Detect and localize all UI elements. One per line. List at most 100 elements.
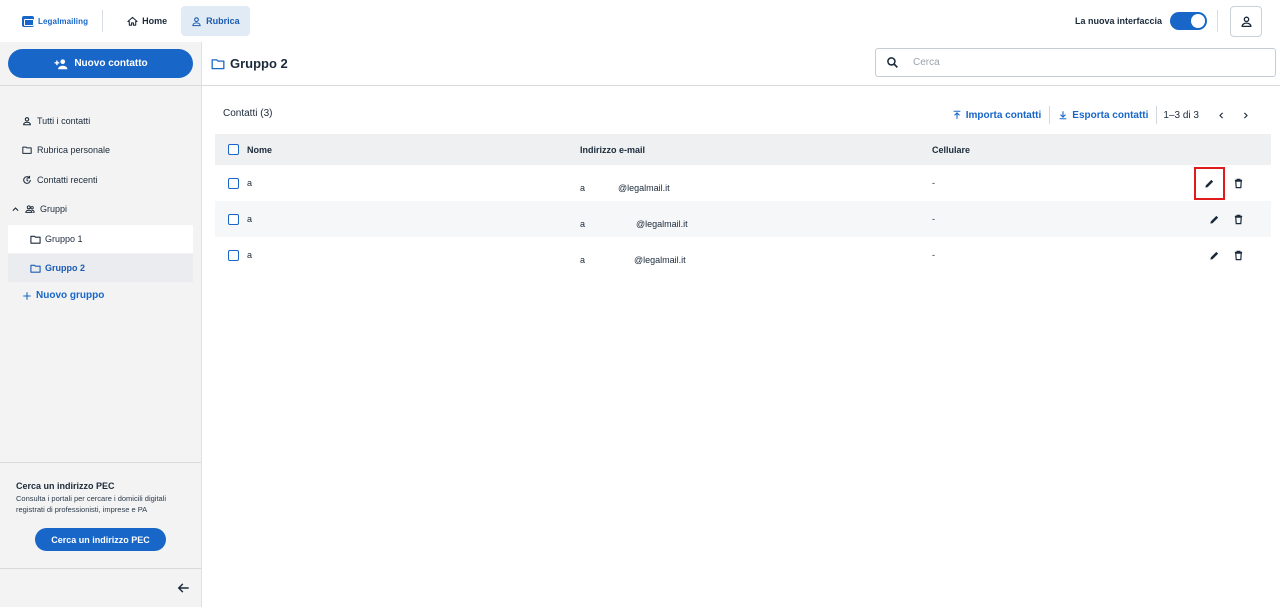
history-icon: [23, 175, 31, 184]
folder-icon: [22, 146, 32, 154]
folder-icon: [211, 58, 225, 69]
trash-icon: [1234, 178, 1242, 188]
person-icon: [23, 117, 31, 126]
row-checkbox[interactable]: [228, 249, 239, 261]
nav-rubrica-button[interactable]: Rubrica: [181, 6, 250, 36]
contacts-table: Nome Indirizzo e-mail Cellulare a a @leg…: [215, 134, 1271, 273]
page-title-text: Gruppo 2: [230, 56, 288, 71]
arrow-left-icon[interactable]: [177, 581, 191, 595]
new-contact-label: Nuovo contatto: [74, 58, 148, 69]
sidebar: Nuovo contatto Tutti i contatti Rubrica …: [0, 42, 202, 607]
cell-name: a: [247, 214, 253, 224]
email-domain: @legalmail.it: [634, 255, 686, 265]
sidebar-item-label: Gruppi: [40, 204, 68, 214]
pec-search-panel: Cerca un indirizzo PEC Consulta i portal…: [0, 462, 201, 568]
home-icon: [127, 16, 138, 26]
add-person-icon: [54, 58, 68, 69]
user-icon: [1241, 16, 1251, 27]
edit-contact-button[interactable]: [1205, 210, 1223, 228]
delete-contact-button[interactable]: [1229, 210, 1247, 228]
next-page-button[interactable]: [1239, 109, 1251, 121]
pencil-icon: [1209, 251, 1218, 260]
chevron-left-icon: [1218, 111, 1223, 119]
new-group-button[interactable]: Nuovo gruppo: [22, 290, 104, 301]
sidebar-item-recent-contacts[interactable]: Contatti recenti: [22, 170, 98, 190]
sidebar-group-1[interactable]: Gruppo 1: [8, 225, 193, 253]
delete-contact-button[interactable]: [1229, 246, 1247, 264]
cell-name: a: [247, 178, 253, 188]
search-input[interactable]: [913, 57, 1253, 68]
sidebar-item-label: Contatti recenti: [37, 175, 98, 185]
brand-name: Legalmailing: [38, 16, 89, 26]
column-header-email: Indirizzo e-mail: [580, 144, 646, 155]
cell-cellulare: -: [932, 214, 935, 224]
new-group-label: Nuovo gruppo: [36, 290, 105, 301]
sidebar-item-all-contacts[interactable]: Tutti i contatti: [22, 111, 90, 131]
contacts-count: Contatti (3): [223, 108, 273, 119]
row-checkbox[interactable]: [228, 177, 239, 189]
pencil-icon: [1209, 215, 1218, 224]
legalmail-logo-icon: [22, 15, 34, 27]
delete-contact-button[interactable]: [1229, 174, 1247, 192]
column-header-name: Nome: [247, 144, 273, 155]
divider: [0, 85, 202, 86]
pec-description: Consulta i portali per cercare i domicil…: [16, 494, 167, 514]
sidebar-group-2[interactable]: Gruppo 2: [8, 254, 193, 282]
import-contacts-label: Importa contatti: [965, 109, 1042, 121]
nav-home-button[interactable]: Home: [117, 6, 177, 36]
email-domain: @legalmail.it: [618, 183, 670, 193]
prev-page-button[interactable]: [1215, 109, 1227, 121]
chevron-up-icon: [12, 206, 19, 211]
sidebar-group-label: Gruppo 2: [45, 263, 85, 273]
table-row[interactable]: a a @legalmail.it -: [215, 201, 1271, 237]
table-header: Nome Indirizzo e-mail Cellulare: [215, 134, 1271, 165]
table-row[interactable]: a a @legalmail.it -: [215, 237, 1271, 273]
divider: [102, 10, 104, 32]
page-title: Gruppo 2: [211, 56, 288, 71]
export-contacts-label: Esporta contatti: [1072, 109, 1149, 121]
pec-title: Cerca un indirizzo PEC: [16, 481, 115, 491]
search-icon: [887, 57, 898, 68]
user-menu-button[interactable]: [1230, 5, 1262, 37]
select-all-checkbox[interactable]: [228, 144, 239, 155]
pagination-info: 1–3 di 3: [1163, 109, 1199, 121]
edit-contact-button[interactable]: [1194, 166, 1225, 200]
divider: [1049, 106, 1051, 124]
import-contacts-button[interactable]: Importa contatti: [946, 110, 1048, 121]
email-prefix: a: [580, 183, 586, 193]
new-contact-button[interactable]: Nuovo contatto: [8, 49, 193, 78]
export-contacts-button[interactable]: Esporta contatti: [1052, 110, 1154, 121]
upload-icon: [953, 110, 961, 119]
search-box[interactable]: [875, 48, 1276, 77]
pencil-icon: [1205, 179, 1214, 188]
sidebar-item-groups[interactable]: Gruppi: [11, 199, 67, 219]
sidebar-group-label: Gruppo 1: [45, 234, 83, 244]
new-ui-label: La nuova interfaccia: [1074, 16, 1162, 26]
sidebar-footer: [0, 568, 201, 607]
new-ui-toggle[interactable]: [1170, 12, 1207, 30]
email-prefix: a: [580, 255, 586, 265]
sidebar-item-label: Tutti i contatti: [37, 116, 91, 126]
chevron-right-icon: [1243, 111, 1248, 119]
email-domain: @legalmail.it: [636, 219, 688, 229]
folder-icon: [30, 235, 41, 244]
nav-home-label: Home: [142, 16, 168, 26]
group-icon: [25, 205, 35, 213]
edit-contact-button[interactable]: [1205, 246, 1223, 264]
cell-cellulare: -: [932, 178, 935, 188]
row-checkbox[interactable]: [228, 213, 239, 225]
plus-icon: [23, 291, 31, 300]
sidebar-item-label: Rubrica personale: [37, 145, 111, 155]
person-icon: [192, 16, 201, 26]
main-header: Gruppo 2: [202, 42, 1280, 86]
nav-rubrica-label: Rubrica: [206, 16, 240, 26]
divider: [1156, 106, 1158, 124]
email-prefix: a: [580, 219, 586, 229]
sidebar-item-personal-book[interactable]: Rubrica personale: [22, 140, 110, 160]
pec-search-button[interactable]: Cerca un indirizzo PEC: [35, 528, 166, 551]
folder-icon: [30, 264, 41, 273]
table-row[interactable]: a a @legalmail.it -: [215, 165, 1271, 201]
divider: [1217, 10, 1218, 32]
top-bar: Legalmailing Home Rubrica La nuova inter…: [0, 0, 1280, 42]
brand-logo[interactable]: Legalmailing: [22, 15, 89, 27]
